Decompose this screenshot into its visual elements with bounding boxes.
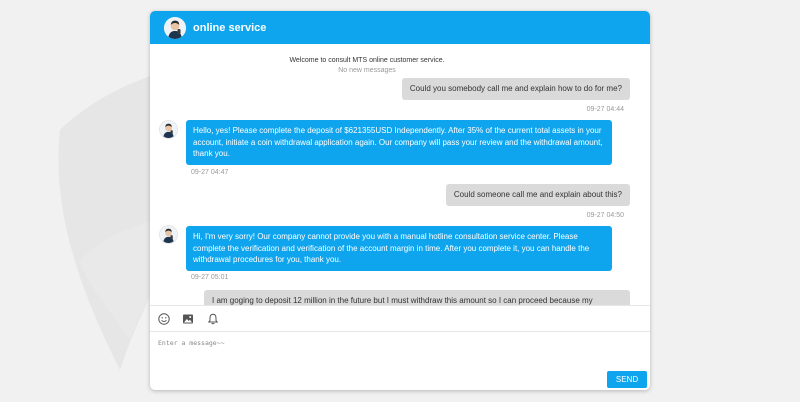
- agent-avatar: [164, 16, 186, 39]
- user-message-bubble: I am goging to deposit 12 million in the…: [204, 290, 630, 305]
- message-time: 09-27 04:44: [586, 106, 624, 113]
- message-text: Could someone call me and explain about …: [453, 190, 622, 199]
- chat-header: online service: [150, 11, 650, 44]
- agent-avatar: [160, 226, 177, 243]
- message-time: 09-27 04:47: [191, 169, 229, 176]
- welcome-message: Welcome to consult MTS online customer s…: [289, 57, 445, 64]
- composer-toolbar: [150, 305, 650, 332]
- send-button[interactable]: SEND: [607, 371, 647, 388]
- user-message-bubble: Could someone call me and explain about …: [445, 184, 630, 206]
- image-icon[interactable]: [182, 313, 194, 325]
- no-new-messages-notice: No new messages: [338, 67, 396, 74]
- message-input[interactable]: [150, 332, 650, 368]
- header-title: online service: [193, 21, 267, 34]
- message-text: Could you somebody call me and explain h…: [409, 84, 622, 93]
- user-message-bubble: Could you somebody call me and explain h…: [401, 78, 630, 100]
- message-text: I am goging to deposit 12 million in the…: [212, 296, 593, 305]
- message-time: 09-27 04:50: [586, 212, 624, 219]
- message-time: 09-27 05:01: [191, 274, 229, 281]
- agent-message-bubble: Hello, yes! Please complete the deposit …: [186, 120, 612, 165]
- agent-avatar: [160, 121, 177, 138]
- message-list[interactable]: Welcome to consult MTS online customer s…: [150, 44, 650, 305]
- bell-icon[interactable]: [207, 313, 219, 325]
- agent-message-bubble: Hi, I'm very sorry! Our company cannot p…: [186, 226, 612, 271]
- message-text: Hi, I'm very sorry! Our company cannot p…: [193, 232, 590, 264]
- emoji-icon[interactable]: [158, 313, 170, 325]
- chat-window: online service Welcome to consult MTS on…: [150, 11, 650, 390]
- message-text: Hello, yes! Please complete the deposit …: [193, 126, 603, 158]
